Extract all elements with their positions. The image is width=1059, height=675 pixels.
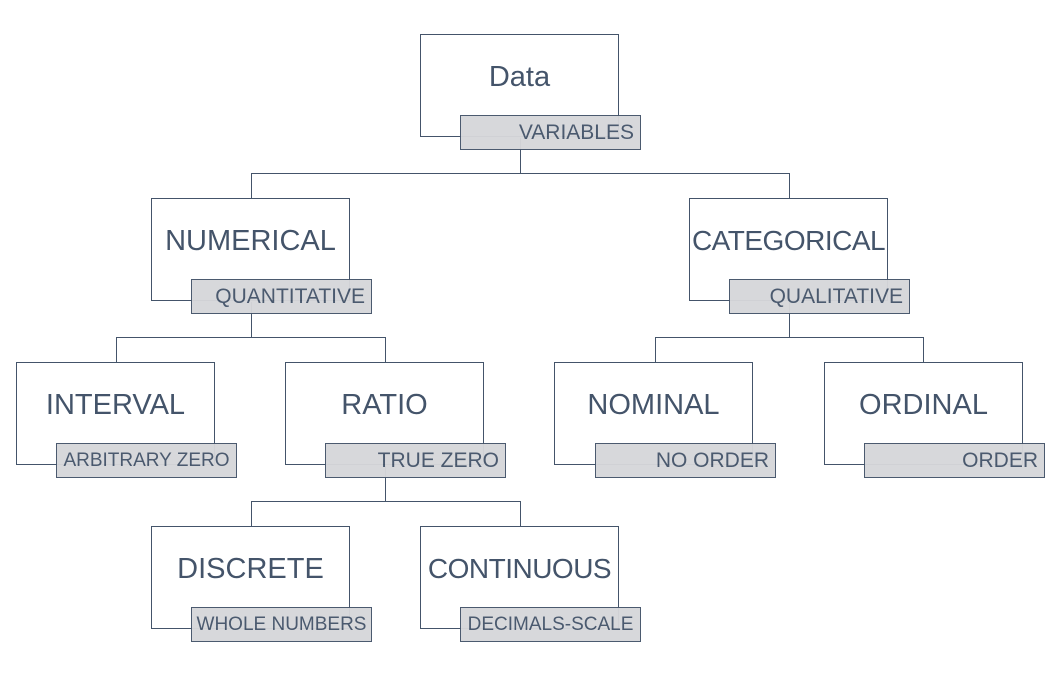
connector (385, 337, 386, 363)
tag-variables: VARIABLES (460, 115, 641, 150)
node-title: ORDINAL (859, 389, 988, 421)
node-title: DISCRETE (177, 553, 324, 585)
node-title: NUMERICAL (165, 225, 336, 257)
connector (655, 337, 656, 363)
tag-true-zero: TRUE ZERO (325, 443, 506, 478)
node-title: INTERVAL (45, 389, 186, 421)
tag-qualitative: QUALITATIVE (729, 279, 910, 314)
node-title: NOMINAL (587, 389, 720, 421)
tag-order: ORDER (864, 443, 1045, 478)
tag-quantitative: QUANTITATIVE (191, 279, 372, 314)
connector (251, 173, 790, 174)
tag-arbitrary-zero: ARBITRARY ZERO (56, 443, 237, 478)
tag-no-order: NO ORDER (595, 443, 776, 478)
connector (789, 173, 790, 199)
connector (251, 501, 252, 527)
node-title: RATIO (341, 389, 428, 421)
tag-whole-numbers: WHOLE NUMBERS (191, 607, 372, 642)
connector (251, 173, 252, 199)
connector (923, 337, 924, 363)
connector (116, 337, 117, 363)
tag-decimals-scale: DECIMALS-SCALE (460, 607, 641, 642)
connector (520, 501, 521, 527)
node-title: CONTINUOUS (427, 553, 612, 584)
connector (251, 501, 521, 502)
node-title: CATEGORICAL (691, 225, 886, 256)
connector (116, 337, 386, 338)
hierarchy-diagram: Data VARIABLES NUMERICAL QUANTITATIVE CA… (0, 0, 1059, 675)
connector (655, 337, 924, 338)
node-title: Data (488, 61, 551, 93)
